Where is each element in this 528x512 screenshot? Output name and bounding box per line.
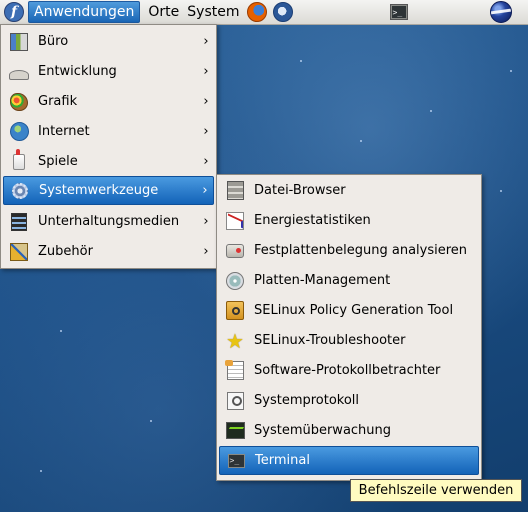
menu-item-graphics[interactable]: Grafik › bbox=[3, 87, 214, 116]
applications-menu[interactable]: Anwendungen bbox=[28, 1, 141, 23]
menu-item-power-statistics[interactable]: Energiestatistiken bbox=[219, 206, 479, 235]
system-log-icon bbox=[225, 391, 245, 411]
chevron-right-icon: › bbox=[203, 94, 209, 109]
games-icon bbox=[9, 148, 29, 172]
menu-item-label: Software-Protokollbetrachter bbox=[254, 363, 441, 378]
menu-item-development[interactable]: Entwicklung › bbox=[3, 57, 214, 86]
applications-dropdown: Büro › Entwicklung › Grafik › Internet ›… bbox=[0, 24, 217, 269]
menu-item-label: Entwicklung bbox=[38, 64, 117, 79]
menu-item-log-viewer[interactable]: Software-Protokollbetrachter bbox=[219, 356, 479, 385]
menu-item-label: Büro bbox=[38, 34, 69, 49]
system-menu[interactable]: System bbox=[183, 1, 243, 23]
development-icon bbox=[9, 62, 29, 82]
star-icon: ★ bbox=[226, 328, 244, 353]
selinux-policy-icon bbox=[225, 301, 245, 321]
menu-item-selinux-troubleshooter[interactable]: ★ SELinux-Troubleshooter bbox=[219, 326, 479, 355]
disk-management-icon bbox=[225, 271, 245, 291]
multimedia-icon bbox=[9, 212, 29, 232]
network-status-button[interactable] bbox=[489, 1, 512, 23]
chevron-right-icon: › bbox=[203, 244, 209, 259]
file-browser-icon bbox=[225, 181, 245, 201]
chevron-right-icon: › bbox=[203, 124, 209, 139]
firefox-icon bbox=[246, 2, 267, 22]
chevron-right-icon: › bbox=[203, 214, 209, 229]
internet-icon bbox=[9, 122, 29, 142]
chevron-right-icon: › bbox=[203, 154, 209, 169]
menu-item-label: SELinux-Troubleshooter bbox=[254, 333, 406, 348]
menu-item-label: Systemprotokoll bbox=[254, 393, 360, 408]
thunderbird-launcher[interactable] bbox=[272, 1, 294, 23]
accessories-icon bbox=[9, 242, 29, 262]
system-tools-icon bbox=[10, 181, 30, 201]
chevron-right-icon: › bbox=[202, 183, 208, 198]
menu-item-disk-usage[interactable]: Festplattenbelegung analysieren bbox=[219, 236, 479, 265]
terminal-icon: >_ bbox=[226, 451, 246, 471]
menu-item-label: Spiele bbox=[38, 154, 78, 169]
office-icon bbox=[9, 32, 29, 52]
menu-item-label: Systemüberwachung bbox=[254, 423, 392, 438]
chevron-right-icon: › bbox=[203, 34, 209, 49]
power-statistics-icon bbox=[225, 211, 245, 231]
menu-item-system-monitor[interactable]: Systemüberwachung bbox=[219, 416, 479, 445]
menu-item-label: Internet bbox=[38, 124, 90, 139]
menu-item-disk-management[interactable]: Platten-Management bbox=[219, 266, 479, 295]
disk-usage-icon bbox=[225, 241, 245, 261]
menu-item-multimedia[interactable]: Unterhaltungsmedien › bbox=[3, 207, 214, 236]
chevron-right-icon: › bbox=[203, 64, 209, 79]
graphics-icon bbox=[9, 92, 29, 112]
menu-item-games[interactable]: Spiele › bbox=[3, 147, 214, 176]
menu-item-selinux-policy[interactable]: SELinux Policy Generation Tool bbox=[219, 296, 479, 325]
top-panel: f Anwendungen Orte System >_ bbox=[0, 0, 528, 25]
fedora-logo-icon: f bbox=[4, 2, 24, 22]
menu-item-terminal[interactable]: >_ Terminal bbox=[219, 446, 479, 475]
menu-item-label: SELinux Policy Generation Tool bbox=[254, 303, 454, 318]
firefox-launcher[interactable] bbox=[246, 1, 268, 23]
menu-item-system-log[interactable]: Systemprotokoll bbox=[219, 386, 479, 415]
menu-item-file-browser[interactable]: Datei-Browser bbox=[219, 176, 479, 205]
menu-item-label: Platten-Management bbox=[254, 273, 391, 288]
menu-item-accessories[interactable]: Zubehör › bbox=[3, 237, 214, 266]
terminal-launcher[interactable]: >_ bbox=[388, 1, 410, 23]
menu-item-label: Datei-Browser bbox=[254, 183, 346, 198]
thunderbird-icon bbox=[272, 2, 293, 22]
terminal-icon: >_ bbox=[389, 4, 408, 20]
places-menu[interactable]: Orte bbox=[144, 1, 183, 23]
menu-item-office[interactable]: Büro › bbox=[3, 27, 214, 56]
log-viewer-icon bbox=[224, 360, 245, 381]
menu-item-label: Festplattenbelegung analysieren bbox=[254, 243, 468, 258]
fedora-logo-button[interactable]: f bbox=[0, 1, 28, 23]
menu-item-label: Zubehör bbox=[38, 244, 93, 259]
menu-item-internet[interactable]: Internet › bbox=[3, 117, 214, 146]
menu-item-label: Unterhaltungsmedien bbox=[38, 214, 180, 229]
system-tools-submenu: Datei-Browser Energiestatistiken Festpla… bbox=[216, 174, 482, 481]
menu-item-system-tools[interactable]: Systemwerkzeuge › bbox=[3, 176, 214, 205]
globe-icon bbox=[489, 1, 512, 23]
menu-item-label: Systemwerkzeuge bbox=[39, 183, 159, 198]
menu-item-label: Grafik bbox=[38, 94, 78, 109]
menu-item-label: Terminal bbox=[255, 453, 310, 468]
menu-item-label: Energiestatistiken bbox=[254, 213, 371, 228]
tooltip: Befehlszeile verwenden bbox=[350, 479, 522, 502]
system-monitor-icon bbox=[225, 421, 245, 441]
